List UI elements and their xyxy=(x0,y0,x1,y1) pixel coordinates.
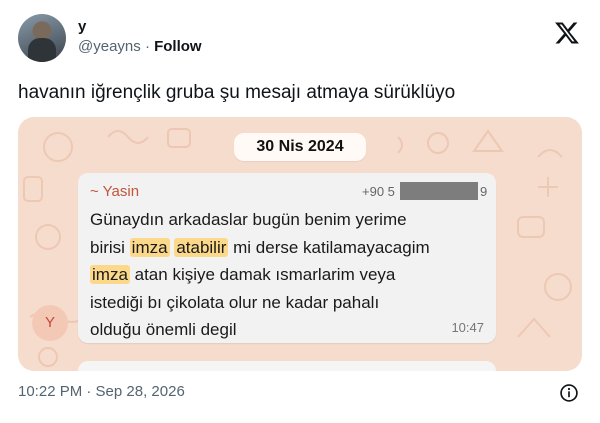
tweet-media-screenshot[interactable]: 30 Nis 2024 ~ Yasin +90 5 9 Günaydın ark… xyxy=(18,117,582,371)
phone-redaction-box xyxy=(400,182,478,200)
message-line: Günaydın arkadaslar bugün benim yerime xyxy=(90,210,407,229)
x-logo-icon[interactable] xyxy=(554,20,580,46)
author-name[interactable]: y xyxy=(78,18,86,35)
highlighted-word: imza xyxy=(129,237,170,257)
message-text: Günaydın arkadaslar bugün benim yerime bi… xyxy=(90,206,490,344)
info-icon[interactable] xyxy=(559,383,579,403)
date-chip: 30 Nis 2024 xyxy=(234,133,366,161)
author-handle[interactable]: @yeayns xyxy=(78,38,141,55)
message-bubble: ~ Yasin +90 5 9 Günaydın arkadaslar bugü… xyxy=(78,173,496,343)
message-line: istediği bı çikolata olur ne kadar pahal… xyxy=(90,292,380,312)
highlighted-word: atabilir xyxy=(174,237,229,257)
tweet-text: havanın iğrençlik gruba şu mesajı atmaya… xyxy=(18,82,456,103)
author-handle-line: @yeayns · Follow xyxy=(78,38,202,55)
author-avatar[interactable] xyxy=(18,14,66,62)
tweet-timestamp[interactable]: 10:22 PM · Sep 28, 2026 xyxy=(18,383,185,400)
message-line: olduğu önemli degil xyxy=(90,320,237,339)
message-time: 10:47 xyxy=(451,320,484,335)
sender-phone-prefix: +90 5 xyxy=(362,184,395,199)
separator-dot: · xyxy=(144,38,150,55)
sender-phone-suffix: 9 xyxy=(480,184,488,199)
message-line: birisi imza atabilir mi derse katilamaya… xyxy=(90,237,430,257)
tweet-header: y @yeayns · Follow xyxy=(18,14,588,66)
sender-name: ~ Yasin xyxy=(90,183,140,200)
message-line: imza atan kişiye damak ısmarlarim veya xyxy=(90,265,396,284)
sender-avatar: Y xyxy=(32,305,68,341)
follow-button[interactable]: Follow xyxy=(154,38,202,55)
next-message-bubble xyxy=(78,361,496,371)
highlighted-word: imza xyxy=(90,265,130,284)
